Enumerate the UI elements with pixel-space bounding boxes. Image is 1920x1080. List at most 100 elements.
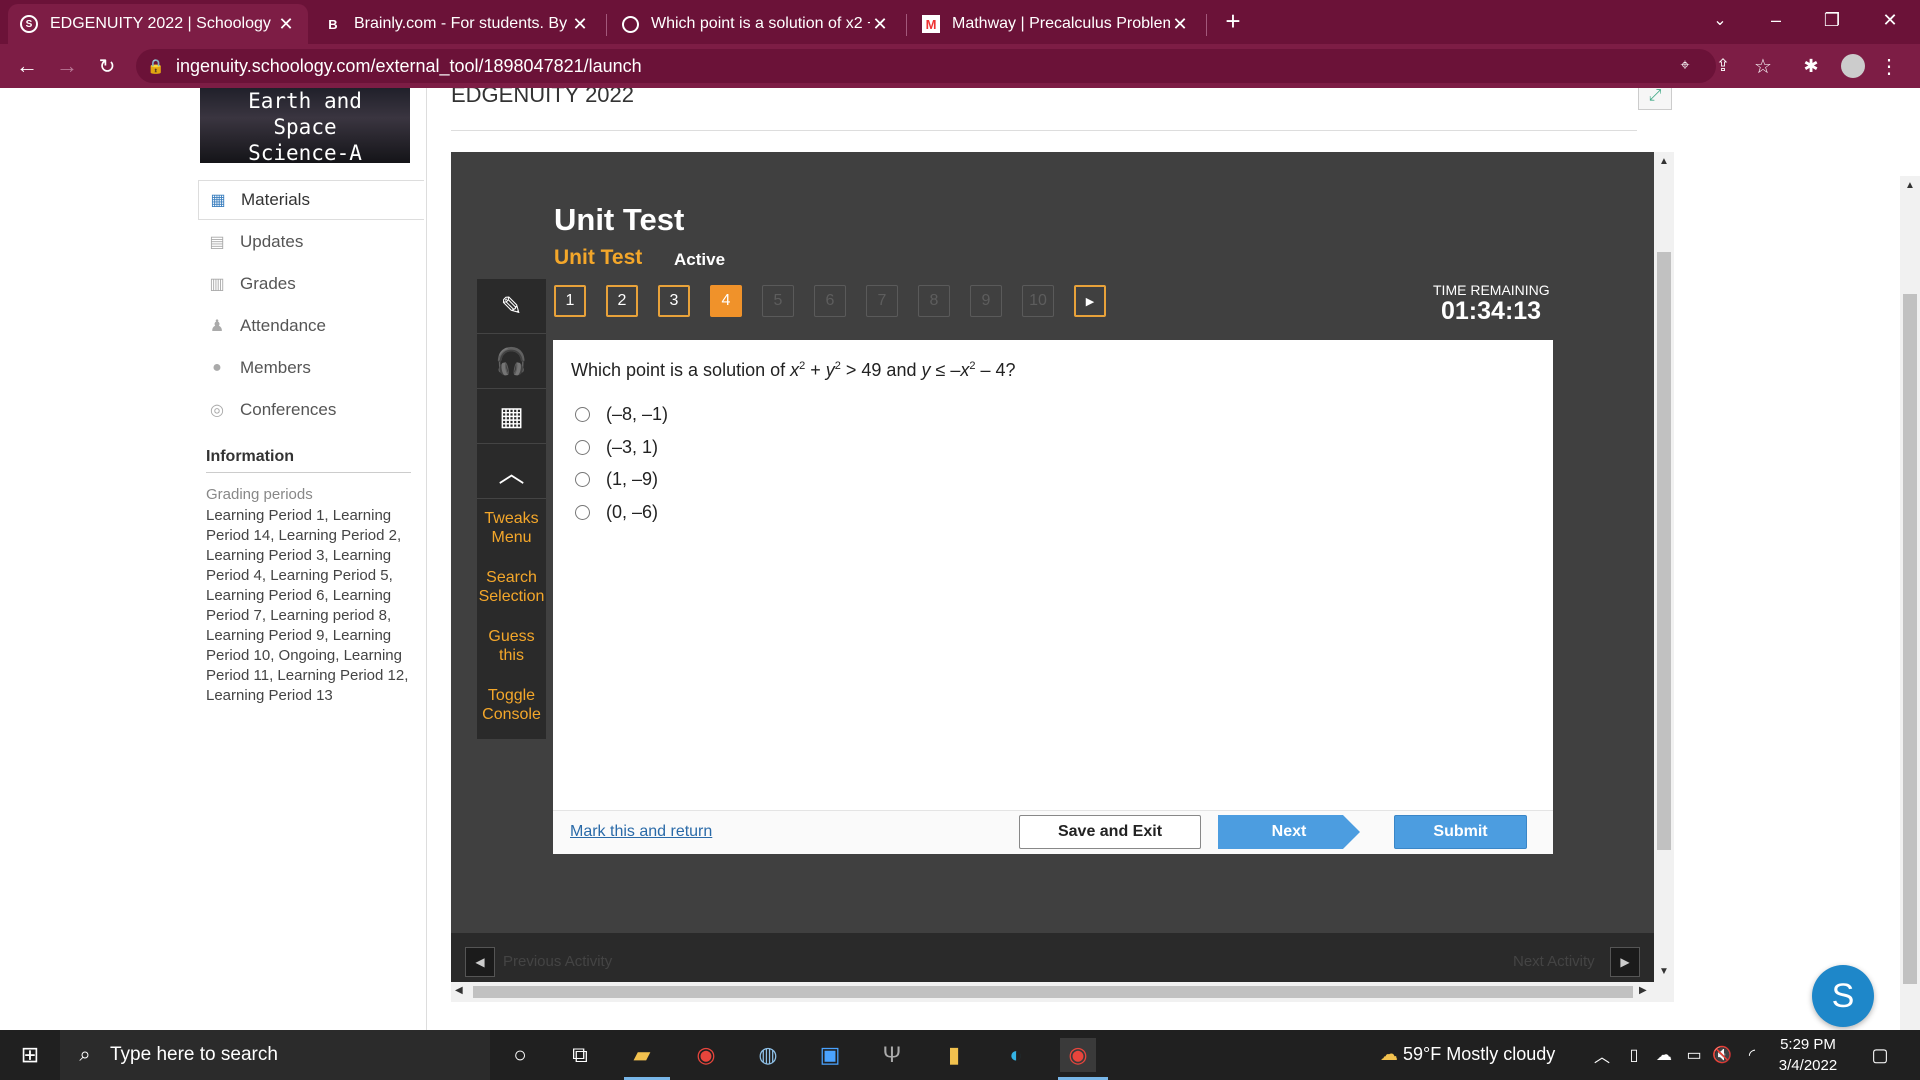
question-nav-3[interactable]: 3 xyxy=(658,285,690,317)
tab-brainly[interactable]: B Brainly.com - For students. By stu ✕ xyxy=(312,4,602,44)
answer-choice[interactable]: (–3, 1) xyxy=(575,437,658,458)
schoology-icon: S xyxy=(20,15,38,33)
tab-search-button[interactable]: ⌄ xyxy=(1692,0,1748,40)
question-nav-4[interactable]: 4 xyxy=(710,285,742,317)
attendance-icon: ♟ xyxy=(209,318,225,335)
next-button[interactable]: Next xyxy=(1218,815,1360,849)
tab-schoology[interactable]: S EDGENUITY 2022 | Schoology ✕ xyxy=(8,4,308,44)
sidebar-item-updates[interactable]: ▤ Updates xyxy=(198,222,424,262)
share-icon[interactable]: ⇪ xyxy=(1710,53,1736,79)
scroll-up-arrow[interactable]: ▲ xyxy=(1905,180,1915,191)
chevron-up-icon: ︿ xyxy=(498,457,525,488)
task-view-icon[interactable]: ⧉ xyxy=(562,1038,598,1072)
sidebar-item-grades[interactable]: ▥ Grades xyxy=(198,264,424,304)
cortana-icon[interactable]: ○ xyxy=(502,1038,538,1072)
file-explorer-icon[interactable]: ▰ xyxy=(624,1038,660,1072)
question-nav-1[interactable]: 1 xyxy=(554,285,586,317)
mark-and-return-link[interactable]: Mark this and return xyxy=(570,823,712,841)
answer-choice[interactable]: (1, –9) xyxy=(575,469,658,490)
radio-button[interactable] xyxy=(575,407,590,422)
tab-mathway[interactable]: M Mathway | Precalculus Problem S ✕ xyxy=(910,4,1202,44)
bookmark-star-icon[interactable]: ☆ xyxy=(1750,53,1776,79)
taskbar-search-box[interactable]: ⌕ Type here to search xyxy=(60,1030,490,1080)
scroll-down-arrow[interactable]: ▼ xyxy=(1659,966,1669,977)
predator-icon[interactable]: Ψ xyxy=(874,1038,910,1072)
chevron-up-icon[interactable]: ︿ xyxy=(1584,1038,1620,1072)
search-selection-button[interactable]: Search Selection xyxy=(477,568,546,606)
minimize-button[interactable]: – xyxy=(1748,0,1804,40)
question-nav-next[interactable]: ▶ xyxy=(1074,285,1106,317)
question-nav-10: 10 xyxy=(1022,285,1054,317)
scroll-thumb[interactable] xyxy=(473,986,1633,998)
close-window-button[interactable]: ✕ xyxy=(1862,0,1918,40)
fullscreen-expand-button[interactable]: ⤢ xyxy=(1638,88,1672,110)
back-button[interactable]: ← xyxy=(14,53,40,79)
restore-button[interactable]: ❐ xyxy=(1804,0,1860,40)
audio-tool[interactable]: 🎧 xyxy=(477,334,546,389)
radio-button[interactable] xyxy=(575,440,590,455)
reload-button[interactable]: ↻ xyxy=(94,53,120,79)
next-activity-button[interactable]: ▶ xyxy=(1610,947,1640,977)
previous-activity-button[interactable]: ◀ xyxy=(465,947,495,977)
system-clock[interactable]: 5:29 PM 3/4/2022 xyxy=(1768,1034,1848,1076)
answer-choice[interactable]: (0, –6) xyxy=(575,502,658,523)
submit-button[interactable]: Submit xyxy=(1394,815,1527,849)
profile-avatar[interactable] xyxy=(1840,53,1866,79)
guess-this-button[interactable]: Guess this xyxy=(477,627,546,665)
windows-start-icon[interactable]: ⊞ xyxy=(12,1038,48,1072)
answer-choice[interactable]: (–8, –1) xyxy=(575,404,668,425)
sidebar-item-members[interactable]: ● Members xyxy=(198,348,424,388)
browser-menu-icon[interactable]: ⋮ xyxy=(1876,53,1902,79)
new-tab-button[interactable]: + xyxy=(1220,6,1246,36)
close-icon[interactable]: ✕ xyxy=(1170,14,1190,35)
notification-icon[interactable]: ▢ xyxy=(1862,1038,1898,1072)
question-nav-2[interactable]: 2 xyxy=(606,285,638,317)
browser-toolbar: ← → ↻ 🔒 ingenuity.schoology.com/external… xyxy=(0,44,1920,88)
toggle-console-button[interactable]: Toggle Console xyxy=(477,686,546,724)
activity-subtitle: Unit Test xyxy=(554,246,643,269)
wifi-icon[interactable]: ◜ xyxy=(1734,1038,1770,1072)
scroll-thumb[interactable] xyxy=(1903,294,1917,984)
information-heading: Information xyxy=(206,448,411,473)
scroll-right-arrow[interactable]: ▶ xyxy=(1639,985,1647,996)
save-and-exit-button[interactable]: Save and Exit xyxy=(1019,815,1201,849)
sidebar-item-materials[interactable]: ▦ Materials xyxy=(198,180,424,220)
page-content: Earth and Space Science-A ▦ Materials ▤ … xyxy=(0,88,1920,1030)
app-icon[interactable]: ▣ xyxy=(812,1038,848,1072)
close-icon[interactable]: ✕ xyxy=(870,14,890,35)
chat-assistant-button[interactable]: S xyxy=(1812,965,1874,1027)
frame-horizontal-scrollbar[interactable]: ◀ ▶ xyxy=(451,982,1674,1002)
sticky-notes-icon[interactable]: ▮ xyxy=(936,1038,972,1072)
activity-title: Unit Test xyxy=(554,202,685,237)
radio-button[interactable] xyxy=(575,472,590,487)
scroll-up-arrow[interactable]: ▲ xyxy=(1659,156,1669,167)
course-image[interactable]: Earth and Space Science-A xyxy=(200,88,410,165)
pencil-tool[interactable]: ✎ xyxy=(477,279,546,334)
location-blocked-icon[interactable]: ⌖ xyxy=(1672,53,1698,79)
page-vertical-scrollbar[interactable]: ▲ ▼ xyxy=(1900,176,1920,1030)
activity-status: Active xyxy=(674,250,726,269)
radio-button[interactable] xyxy=(575,505,590,520)
play-right-icon: ▶ xyxy=(1085,295,1095,308)
forward-button[interactable]: → xyxy=(54,53,80,79)
sidebar-item-conferences[interactable]: ◎ Conferences xyxy=(198,390,424,430)
steam-icon[interactable]: ◍ xyxy=(750,1038,786,1072)
scroll-left-arrow[interactable]: ◀ xyxy=(455,985,463,996)
calculator-tool[interactable]: ▦ xyxy=(477,389,546,444)
close-icon[interactable]: ✕ xyxy=(276,14,296,35)
close-icon[interactable]: ✕ xyxy=(570,14,590,35)
address-bar[interactable]: 🔒 ingenuity.schoology.com/external_tool/… xyxy=(136,49,1716,83)
tweaks-menu-button[interactable]: Tweaks Menu xyxy=(477,509,546,547)
tab-google[interactable]: Which point is a solution of x2 + ✕ xyxy=(610,4,902,44)
chrome-profile-icon[interactable]: ◉ xyxy=(688,1038,724,1072)
weather-widget[interactable]: ☁ 59°F Mostly cloudy xyxy=(1380,1044,1555,1065)
edge-icon[interactable]: ◐ xyxy=(998,1038,1034,1072)
expand-icon: ⤢ xyxy=(1648,88,1662,104)
sidebar-item-attendance[interactable]: ♟ Attendance xyxy=(198,306,424,346)
frame-vertical-scrollbar[interactable]: ▲ ▼ xyxy=(1654,152,1674,982)
scroll-thumb[interactable] xyxy=(1657,252,1671,850)
chrome-icon[interactable]: ◉ xyxy=(1060,1038,1096,1072)
extensions-icon[interactable]: ✱ xyxy=(1798,53,1824,79)
collapse-tool[interactable]: ︿ xyxy=(477,444,546,499)
question-nav-8: 8 xyxy=(918,285,950,317)
